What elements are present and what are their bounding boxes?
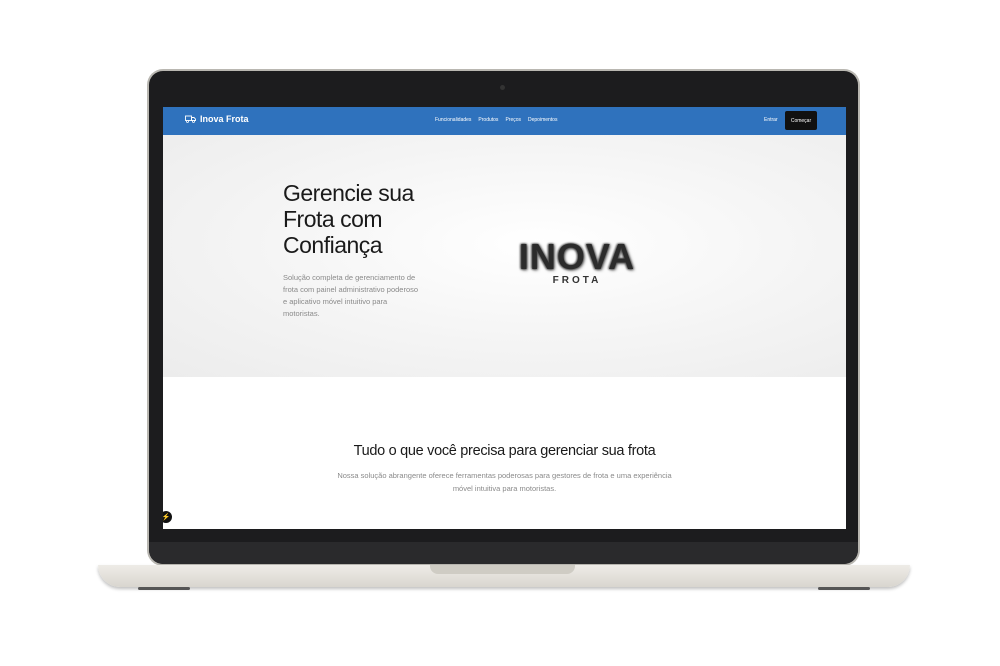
inova-frota-logo: INOVA FROTA (515, 237, 639, 297)
laptop-foot-right (818, 587, 870, 590)
top-navbar: Inova Frota Funcionalidades Produtos Pre… (163, 107, 846, 135)
laptop-foot-left (138, 587, 190, 590)
start-button[interactable]: Começar (785, 111, 817, 130)
features-title: Tudo o que você precisa para gerenciar s… (353, 443, 656, 459)
camera-icon (500, 85, 505, 90)
lightning-icon[interactable]: ⚡ (163, 511, 172, 523)
laptop-base (98, 565, 910, 587)
brand-name: Inova Frota (200, 114, 249, 124)
browser-viewport: Inova Frota Funcionalidades Produtos Pre… (163, 107, 846, 529)
features-subtitle: Nossa solução abrangente oferece ferrame… (337, 471, 672, 493)
brand-logo[interactable]: Inova Frota (185, 114, 249, 124)
truck-icon (185, 115, 196, 123)
nav-links: Funcionalidades Produtos Preços Depoimen… (435, 117, 557, 123)
features-section: Tudo o que você precisa para gerenciar s… (163, 377, 846, 529)
login-link[interactable]: Entrar (764, 117, 778, 123)
hero-title: Gerencie sua Frota com Confiança (283, 180, 414, 258)
hero-subtitle: Solução completa de gerenciamento de fro… (283, 273, 419, 318)
logo-word: INOVA (518, 236, 636, 277)
nav-link-precos[interactable]: Preços (505, 117, 521, 123)
hero-section: Gerencie sua Frota com Confiança Solução… (163, 135, 846, 377)
laptop-notch (430, 565, 575, 574)
nav-link-produtos[interactable]: Produtos (478, 117, 498, 123)
nav-link-funcionalidades[interactable]: Funcionalidades (435, 117, 471, 123)
nav-link-depoimentos[interactable]: Depoimentos (528, 117, 557, 123)
logo-subword: FROTA (552, 275, 602, 286)
laptop-chin (149, 542, 858, 564)
